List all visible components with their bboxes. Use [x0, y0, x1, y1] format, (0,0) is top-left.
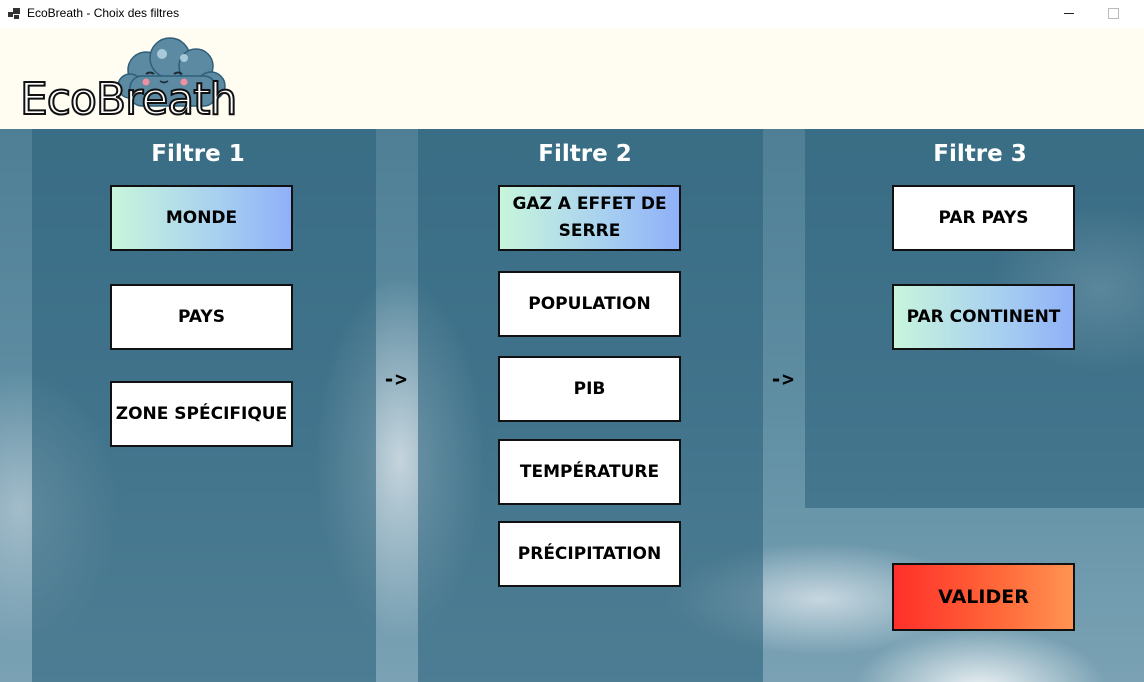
filter2-title: Filtre 2 — [538, 141, 632, 167]
filter2-population-button[interactable]: POPULATION — [498, 271, 681, 337]
filter1-title: Filtre 1 — [151, 141, 245, 167]
filter3-par-pays-button[interactable]: PAR PAYS — [892, 185, 1075, 251]
maximize-button[interactable] — [1092, 0, 1138, 28]
arrow-separator-1: -> — [383, 367, 408, 391]
minimize-button[interactable] — [1046, 0, 1092, 28]
window-title-bar: EcoBreath - Choix des filtres — [0, 0, 1144, 28]
filter3-title: Filtre 3 — [933, 141, 1027, 167]
filter1-pays-button[interactable]: PAYS — [110, 284, 293, 350]
filter2-precipitation-button[interactable]: PRÉCIPITATION — [498, 521, 681, 587]
filter2-temperature-button[interactable]: TEMPÉRATURE — [498, 439, 681, 505]
validate-button[interactable]: VALIDER — [892, 563, 1075, 631]
filter2-gaz-effet-serre-button[interactable]: GAZ A EFFET DE SERRE — [498, 185, 681, 251]
filter1-zone-specifique-button[interactable]: ZONE SPÉCIFIQUE — [110, 381, 293, 447]
window-title: EcoBreath - Choix des filtres — [27, 6, 180, 20]
filter2-pib-button[interactable]: PIB — [498, 356, 681, 422]
ecobreath-logo: EcoBreath — [18, 36, 238, 126]
header-banner: EcoBreath — [0, 28, 1144, 129]
logo-text: EcoBreath — [19, 74, 238, 125]
arrow-separator-2: -> — [770, 367, 795, 391]
main-area: Filtre 1 Filtre 2 Filtre 3 MONDE PAYS ZO… — [0, 129, 1144, 682]
app-icon — [8, 8, 20, 20]
filter1-monde-button[interactable]: MONDE — [110, 185, 293, 251]
filter3-par-continent-button[interactable]: PAR CONTINENT — [892, 284, 1075, 350]
